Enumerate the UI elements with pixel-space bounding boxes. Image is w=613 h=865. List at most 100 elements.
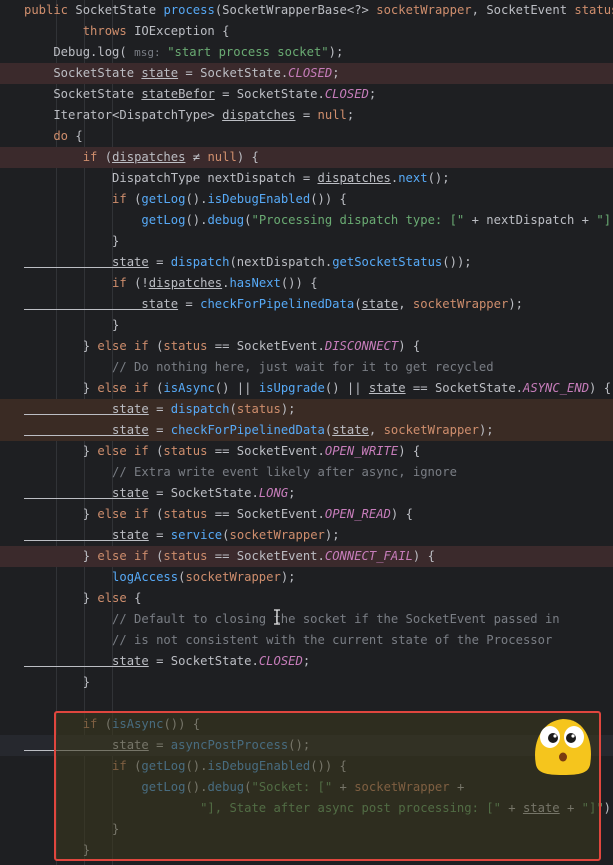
code-line[interactable]: state = SocketState.LONG; <box>0 483 613 504</box>
code-token: dispatches <box>148 276 223 290</box>
code-token: ≠ <box>185 150 208 164</box>
code-token: service <box>170 528 223 542</box>
code-token: logAccess <box>24 570 179 584</box>
code-line[interactable]: state = checkForPipelinedData(state, soc… <box>0 420 613 441</box>
code-token: status <box>163 507 208 521</box>
code-line[interactable]: throws IOException { <box>0 21 613 42</box>
code-line[interactable]: SocketState state = SocketState.CLOSED; <box>0 63 613 84</box>
code-line[interactable]: SocketState stateBefor = SocketState.CLO… <box>0 84 613 105</box>
code-token: } <box>24 318 120 332</box>
code-line[interactable]: // is not consistent with the current st… <box>0 630 613 651</box>
code-token: SocketState <box>24 87 142 101</box>
code-token: state <box>24 297 179 311</box>
code-token: CLOSED <box>258 654 303 668</box>
code-token: == SocketEvent. <box>207 444 325 458</box>
code-token: (SocketWrapperBase<?> <box>214 3 377 17</box>
code-token: ( <box>119 45 135 59</box>
code-token: msg: <box>134 46 168 59</box>
code-line[interactable]: state = service(socketWrapper); <box>0 525 613 546</box>
code-line[interactable]: } else if (isAsync() || isUpgrade() || s… <box>0 378 613 399</box>
code-token: (! <box>134 276 149 290</box>
code-line[interactable]: // Extra write event likely after async,… <box>0 462 613 483</box>
code-line[interactable]: public SocketState process(SocketWrapper… <box>0 0 613 21</box>
code-token: ); <box>280 402 296 416</box>
code-token: == SocketEvent. <box>207 549 325 563</box>
code-token: = SocketState. <box>148 486 259 500</box>
code-line[interactable]: if (!dispatches.hasNext()) { <box>0 273 613 294</box>
code-token: dispatches <box>317 171 391 185</box>
code-token: SocketState <box>24 66 142 80</box>
code-token: ) { <box>589 381 612 395</box>
code-token: state <box>24 402 149 416</box>
shocked-face-emoji-icon <box>535 719 591 775</box>
code-token: (). <box>185 213 208 227</box>
code-token: = SocketState. <box>178 66 289 80</box>
code-token: ASYNC_END <box>523 381 590 395</box>
code-token: state <box>24 654 149 668</box>
code-line[interactable]: Debug.log( msg: "start process socket"); <box>0 42 613 63</box>
code-token: (). <box>185 192 208 206</box>
code-token: IOException { <box>134 24 230 38</box>
code-token: // Default to closing the socket if the … <box>24 612 560 626</box>
code-line[interactable]: if (dispatches ≠ null) { <box>0 147 613 168</box>
code-token: (); <box>427 171 450 185</box>
code-line[interactable]: state = SocketState.CLOSED; <box>0 651 613 672</box>
code-token: ()) { <box>280 276 318 290</box>
code-line[interactable]: } <box>0 315 613 336</box>
code-token: { <box>75 129 83 143</box>
code-token: status <box>163 339 208 353</box>
code-line[interactable]: } else if (status == SocketEvent.DISCONN… <box>0 336 613 357</box>
code-token: = <box>148 423 171 437</box>
code-line[interactable]: do { <box>0 126 613 147</box>
code-token: debug <box>207 213 245 227</box>
code-token: public <box>24 3 76 17</box>
code-line[interactable]: } else if (status == SocketEvent.CONNECT… <box>0 546 613 567</box>
code-token: } <box>24 234 120 248</box>
code-token: ; <box>288 486 296 500</box>
code-token: () || <box>214 381 259 395</box>
code-token: = SocketState. <box>214 87 325 101</box>
code-line[interactable]: getLog().debug("Processing dispatch type… <box>0 210 613 231</box>
code-line[interactable]: } <box>0 672 613 693</box>
code-token: = <box>178 297 201 311</box>
code-line[interactable]: // Do nothing here, just wait for it to … <box>0 357 613 378</box>
code-line[interactable]: } <box>0 231 613 252</box>
code-token: getLog <box>141 192 186 206</box>
code-token: ()) { <box>310 192 347 206</box>
code-token: socketWrapper <box>376 3 472 17</box>
code-line[interactable]: Iterator<DispatchType> dispatches = null… <box>0 105 613 126</box>
code-line[interactable]: } else if (status == SocketEvent.OPEN_RE… <box>0 504 613 525</box>
code-token: ) { <box>412 549 435 563</box>
code-line[interactable]: DispatchType nextDispatch = dispatches.n… <box>0 168 613 189</box>
code-token: state <box>368 381 406 395</box>
code-token: else if <box>97 444 157 458</box>
code-token: isUpgrade <box>258 381 325 395</box>
code-token: checkForPipelinedData <box>200 297 355 311</box>
code-token: state <box>141 66 179 80</box>
code-token: ); <box>328 45 344 59</box>
code-line[interactable]: // Default to closing the socket if the … <box>0 609 613 630</box>
code-line[interactable]: state = checkForPipelinedData(state, soc… <box>0 294 613 315</box>
code-token: = <box>295 108 318 122</box>
code-token: stateBefor <box>141 87 215 101</box>
code-token: "start process socket" <box>167 45 329 59</box>
code-line[interactable]: } else { <box>0 588 613 609</box>
code-token: state <box>332 423 369 437</box>
code-line[interactable]: state = dispatch(nextDispatch.getSocketS… <box>0 252 613 273</box>
code-token: = <box>148 528 171 542</box>
code-token: == SocketEvent. <box>207 339 325 353</box>
code-token: == SocketState. <box>405 381 523 395</box>
code-line[interactable]: state = dispatch(status); <box>0 399 613 420</box>
code-token: dispatches <box>112 150 186 164</box>
code-token: , <box>368 423 384 437</box>
code-token: status <box>163 549 208 563</box>
code-token: () || <box>324 381 369 395</box>
code-token: } <box>24 339 98 353</box>
code-token: if <box>24 276 135 290</box>
code-line[interactable]: } else if (status == SocketEvent.OPEN_WR… <box>0 441 613 462</box>
code-line[interactable]: logAccess(socketWrapper); <box>0 567 613 588</box>
code-token: "Processing dispatch type: [" <box>251 213 465 227</box>
code-line[interactable]: if (getLog().isDebugEnabled()) { <box>0 189 613 210</box>
code-token: else if <box>97 507 157 521</box>
code-token: else if <box>97 339 157 353</box>
